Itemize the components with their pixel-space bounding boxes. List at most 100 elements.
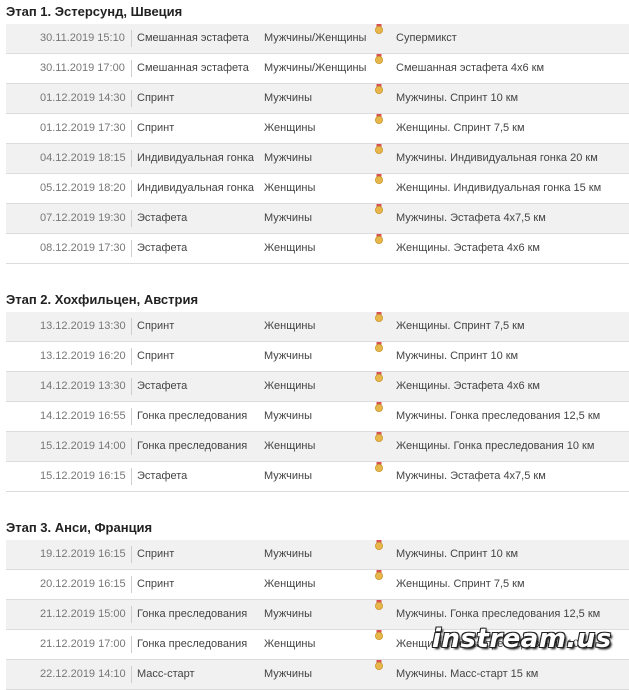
event-gender: Мужчины [264,152,313,164]
event-name[interactable]: Мужчины. Индивидуальная гонка 20 км [396,144,598,173]
event-name[interactable]: Женщины. Спринт 7,5 км [396,570,525,599]
event-name[interactable]: Мужчины. Эстафета 4х7,5 км [396,204,546,233]
event-discipline: Масс-старт [137,668,195,680]
schedule-row[interactable]: 22.12.2019 14:10 Масс-старт Мужчины Мужчины… [6,660,629,690]
event-gender: Мужчины [264,212,313,224]
column-divider [131,240,132,257]
stage-section: Этап 2. Хохфильцен, Австрия 13.12.2019 1… [0,288,629,492]
schedule-row[interactable]: 05.12.2019 18:20 Индивидуальная гонка Женщ… [6,174,629,204]
event-name[interactable]: Женщины. Спринт 7,5 км [396,312,525,341]
watermark: instream.us [432,624,612,654]
event-name[interactable]: Смешанная эстафета 4х6 км [396,54,544,83]
schedule-row[interactable]: 13.12.2019 16:20 Спринт Мужчины Мужчины. Сп… [6,342,629,372]
event-gender: Женщины [264,380,316,392]
event-discipline: Гонка преследования [137,638,248,650]
column-divider [131,408,132,425]
event-name[interactable]: Мужчины. Спринт 10 км [396,84,518,113]
schedule-row[interactable]: 07.12.2019 19:30 Эстафета Мужчины Мужчины. … [6,204,629,234]
event-discipline: Спринт [137,92,175,104]
event-gender: Женщины [264,122,316,134]
event-name[interactable]: Женщины. Гонка преследования 10 км [396,432,594,461]
schedule-row[interactable]: 30.11.2019 15:10 Смешанная эстафета Мужчин… [6,24,629,54]
event-gender: Мужчины [264,92,313,104]
event-gender: Мужчины [264,548,313,560]
event-name[interactable]: Женщины. Эстафета 4х6 км [396,372,540,401]
stage-title: Этап 2. Хохфильцен, Австрия [6,292,199,307]
event-discipline: Индивидуальная гонка [137,152,254,164]
event-name[interactable]: Женщины. Спринт 7,5 км [396,114,525,143]
column-divider [131,30,132,47]
event-name[interactable]: Мужчины. Спринт 10 км [396,540,518,569]
column-divider [131,438,132,455]
event-discipline: Гонка преследования [137,440,248,452]
event-date: 04.12.2019 18:15 [40,152,126,164]
column-divider [131,150,132,167]
event-discipline: Гонка преследования [137,410,248,422]
event-date: 22.12.2019 14:10 [40,668,126,680]
schedule-row[interactable]: 20.12.2019 16:15 Спринт Женщины Женщины. Сп… [6,570,629,600]
event-discipline: Гонка преследования [137,608,248,620]
stage-title: Этап 1. Эстерсунд, Швеция [6,4,183,19]
event-gender: Женщины [264,440,316,452]
schedule-row[interactable]: 01.12.2019 17:30 Спринт Женщины Женщины. Сп… [6,114,629,144]
event-name[interactable]: Женщины. Индивидуальная гонка 15 км [396,174,601,203]
event-gender: Мужчины/Женщины [264,62,367,74]
event-date: 01.12.2019 14:30 [40,92,126,104]
event-name[interactable]: Мужчины. Гонка преследования 12,5 км [396,402,600,431]
schedule-row[interactable]: 30.11.2019 17:00 Смешанная эстафета Мужчин… [6,54,629,84]
event-date: 14.12.2019 16:55 [40,410,126,422]
schedule-row[interactable]: 01.12.2019 14:30 Спринт Мужчины Мужчины. Сп… [6,84,629,114]
event-date: 13.12.2019 16:20 [40,350,126,362]
event-name[interactable]: Женщины. Эстафета 4х6 км [396,234,540,263]
event-date: 14.12.2019 13:30 [40,380,126,392]
event-discipline: Эстафета [137,212,188,224]
stage-section: Этап 3. Анси, Франция 19.12.2019 16:15 Сп… [0,516,629,690]
event-name[interactable]: Мужчины. Спринт 10 км [396,342,518,371]
event-discipline: Эстафета [137,470,188,482]
event-gender: Женщины [264,182,316,194]
column-divider [131,120,132,137]
event-date: 19.12.2019 16:15 [40,548,126,560]
event-date: 05.12.2019 18:20 [40,182,126,194]
stage-table: 19.12.2019 16:15 Спринт Мужчины Мужчины. Сп… [6,540,629,690]
column-divider [131,576,132,593]
schedule-row[interactable]: 13.12.2019 13:30 Спринт Женщины Женщины. Сп… [6,312,629,342]
event-date: 01.12.2019 17:30 [40,122,126,134]
schedule-row[interactable]: 04.12.2019 18:15 Индивидуальная гонка Мужч… [6,144,629,174]
event-discipline: Смешанная эстафета [137,62,249,74]
event-name[interactable]: Мужчины. Масс-старт 15 км [396,660,538,689]
event-gender: Мужчины [264,608,313,620]
event-date: 08.12.2019 17:30 [40,242,126,254]
schedule-row[interactable]: 14.12.2019 13:30 Эстафета Женщины Женщины. … [6,372,629,402]
event-discipline: Спринт [137,320,175,332]
column-divider [131,606,132,623]
event-name[interactable]: Мужчины. Эстафета 4х7,5 км [396,462,546,491]
event-gender: Мужчины [264,350,313,362]
event-name[interactable]: Супермикст [396,24,457,53]
schedule-row[interactable]: 08.12.2019 17:30 Эстафета Женщины Женщины. … [6,234,629,264]
schedule-row[interactable]: 14.12.2019 16:55 Гонка преследования Мужчи… [6,402,629,432]
event-gender: Мужчины [264,668,313,680]
event-gender: Женщины [264,638,316,650]
event-gender: Женщины [264,578,316,590]
event-gender: Мужчины [264,410,313,422]
event-date: 15.12.2019 14:00 [40,440,126,452]
schedule-row[interactable]: 15.12.2019 14:00 Гонка преследования Женщи… [6,432,629,462]
event-discipline: Спринт [137,578,175,590]
schedule-page: Этап 1. Эстерсунд, Швеция 30.11.2019 15:… [0,0,629,690]
event-gender: Женщины [264,320,316,332]
event-discipline: Спринт [137,350,175,362]
event-gender: Мужчины [264,470,313,482]
event-date: 30.11.2019 15:10 [40,32,125,44]
column-divider [131,636,132,653]
column-divider [131,378,132,395]
column-divider [131,60,132,77]
schedule-row[interactable]: 15.12.2019 16:15 Эстафета Мужчины Мужчины. … [6,462,629,492]
event-date: 21.12.2019 15:00 [40,608,126,620]
schedule-row[interactable]: 19.12.2019 16:15 Спринт Мужчины Мужчины. Сп… [6,540,629,570]
column-divider [131,468,132,485]
event-date: 30.11.2019 17:00 [40,62,125,74]
column-divider [131,318,132,335]
column-divider [131,348,132,365]
event-date: 13.12.2019 13:30 [40,320,126,332]
